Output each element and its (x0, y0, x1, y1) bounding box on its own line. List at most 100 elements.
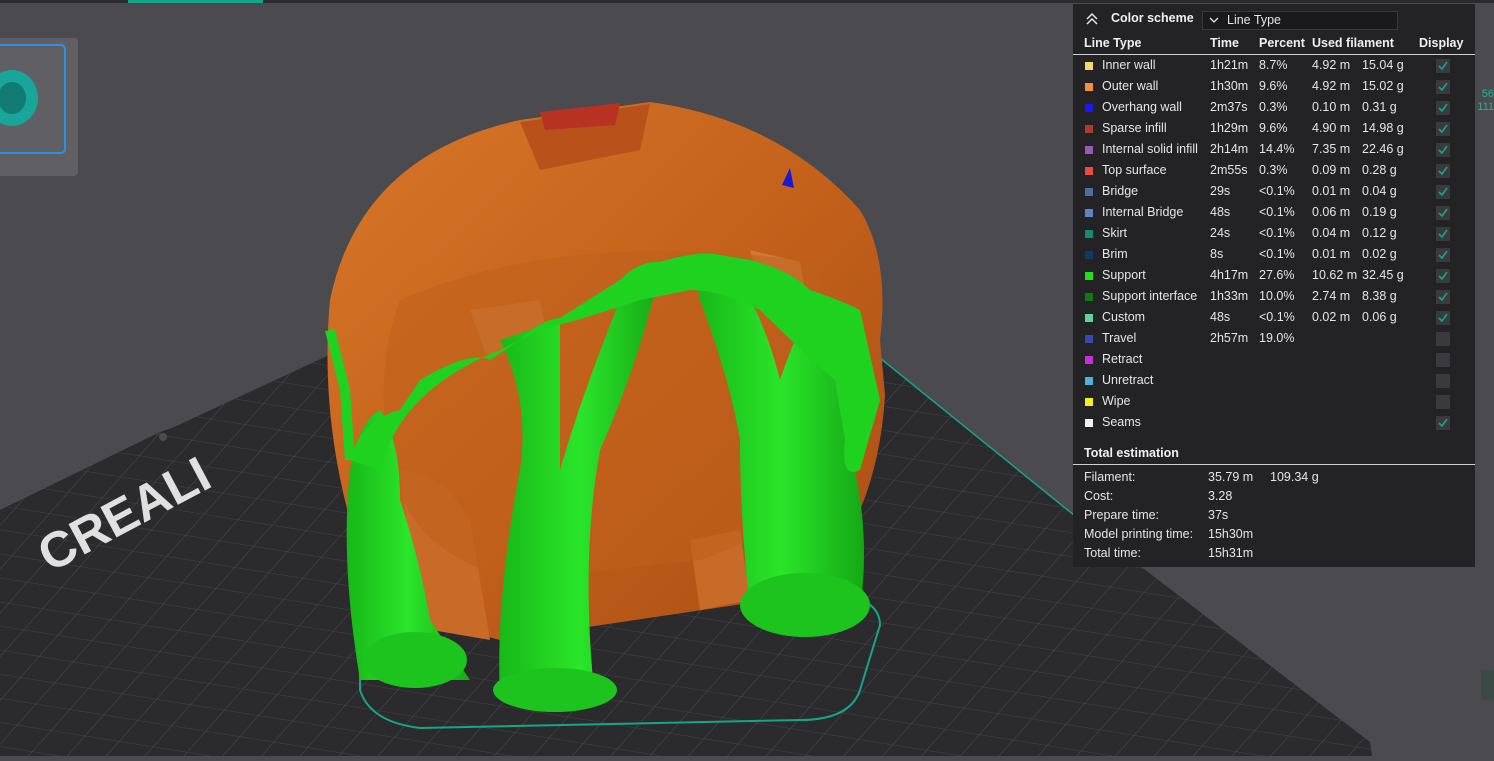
checkmark-icon (1438, 208, 1448, 218)
display-checkbox[interactable] (1436, 416, 1450, 430)
color-scheme-dropdown[interactable]: Line Type (1202, 11, 1398, 30)
line-type-weight: 8.38 g (1362, 289, 1397, 303)
line-type-row[interactable]: Overhang wall 2m37s 0.3% 0.10 m 0.31 g (1073, 98, 1475, 119)
line-type-row[interactable]: Support 4h17m 27.6% 10.62 m 32.45 g (1073, 266, 1475, 287)
header-used-filament: Used filament (1312, 36, 1394, 50)
checkmark-icon (1438, 124, 1448, 134)
display-checkbox[interactable] (1436, 248, 1450, 262)
line-type-row[interactable]: Outer wall 1h30m 9.6% 4.92 m 15.02 g (1073, 77, 1475, 98)
plate-thumbnail-icon (0, 70, 38, 126)
line-type-row[interactable]: Top surface 2m55s 0.3% 0.09 m 0.28 g (1073, 161, 1475, 182)
color-swatch (1085, 293, 1093, 301)
line-type-name: Outer wall (1102, 79, 1159, 93)
line-type-name: Wipe (1102, 394, 1131, 408)
display-checkbox[interactable] (1436, 374, 1450, 388)
display-checkbox[interactable] (1436, 80, 1450, 94)
line-type-row[interactable]: Inner wall 1h21m 8.7% 4.92 m 15.04 g (1073, 56, 1475, 77)
line-type-time: 2m37s (1210, 100, 1248, 114)
line-type-name: Inner wall (1102, 58, 1156, 72)
header-line-type: Line Type (1084, 36, 1142, 50)
display-checkbox[interactable] (1436, 290, 1450, 304)
double-chevron-up-icon[interactable] (1085, 12, 1099, 26)
display-checkbox[interactable] (1436, 59, 1450, 73)
color-swatch (1085, 146, 1093, 154)
display-checkbox[interactable] (1436, 353, 1450, 367)
line-type-row[interactable]: Sparse infill 1h29m 9.6% 4.90 m 14.98 g (1073, 119, 1475, 140)
display-checkbox[interactable] (1436, 269, 1450, 283)
line-type-percent: <0.1% (1259, 205, 1295, 219)
line-type-row[interactable]: Custom 48s <0.1% 0.02 m 0.06 g (1073, 308, 1475, 329)
total-prepare-row: Prepare time: 37s (1073, 508, 1475, 527)
line-type-percent: 10.0% (1259, 289, 1295, 303)
checkmark-icon (1438, 313, 1448, 323)
display-checkbox[interactable] (1436, 101, 1450, 115)
display-checkbox[interactable] (1436, 311, 1450, 325)
line-type-percent: 9.6% (1259, 121, 1288, 135)
display-checkbox[interactable] (1436, 185, 1450, 199)
line-type-row[interactable]: Wipe (1073, 392, 1475, 413)
line-type-time: 1h21m (1210, 58, 1249, 72)
line-type-name: Retract (1102, 352, 1143, 366)
display-checkbox[interactable] (1436, 164, 1450, 178)
line-type-row[interactable]: Unretract (1073, 371, 1475, 392)
line-type-weight: 0.19 g (1362, 205, 1397, 219)
color-swatch (1085, 314, 1093, 322)
cost-value: 3.28 (1208, 489, 1233, 503)
line-type-time: 1h29m (1210, 121, 1249, 135)
legend-header: Color scheme Line Type (1073, 4, 1475, 34)
plate-thumbnail-selected[interactable] (0, 44, 66, 154)
header-display: Display (1419, 36, 1464, 50)
active-tab-indicator (128, 0, 263, 3)
line-type-weight: 0.31 g (1362, 100, 1397, 114)
line-type-time: 2h57m (1210, 331, 1249, 345)
line-type-row[interactable]: Support interface 1h33m 10.0% 2.74 m 8.38 g (1073, 287, 1475, 308)
line-type-time: 1h33m (1210, 289, 1249, 303)
line-type-length: 0.06 m (1312, 205, 1351, 219)
checkmark-icon (1438, 82, 1448, 92)
line-type-percent: <0.1% (1259, 310, 1295, 324)
display-checkbox[interactable] (1436, 122, 1450, 136)
display-checkbox[interactable] (1436, 227, 1450, 241)
line-type-length: 4.92 m (1312, 79, 1351, 93)
chevron-down-icon (1209, 17, 1219, 23)
line-type-name: Internal Bridge (1102, 205, 1184, 219)
filament-weight: 109.34 g (1270, 470, 1319, 484)
line-type-weight: 22.46 g (1362, 142, 1404, 156)
line-type-row[interactable]: Retract (1073, 350, 1475, 371)
line-type-row[interactable]: Bridge 29s <0.1% 0.01 m 0.04 g (1073, 182, 1475, 203)
checkmark-icon (1438, 103, 1448, 113)
color-swatch (1085, 377, 1093, 385)
line-type-row[interactable]: Seams (1073, 413, 1475, 434)
plate-thumbnail-panel[interactable] (0, 38, 78, 176)
display-checkbox[interactable] (1436, 395, 1450, 409)
line-type-weight: 0.28 g (1362, 163, 1397, 177)
color-swatch (1085, 335, 1093, 343)
line-type-weight: 0.12 g (1362, 226, 1397, 240)
line-type-percent: 0.3% (1259, 100, 1288, 114)
line-type-length: 0.09 m (1312, 163, 1351, 177)
line-type-row[interactable]: Skirt 24s <0.1% 0.04 m 0.12 g (1073, 224, 1475, 245)
line-type-name: Support (1102, 268, 1146, 282)
line-type-percent: 8.7% (1259, 58, 1288, 72)
line-type-time: 48s (1210, 310, 1231, 324)
display-checkbox[interactable] (1436, 332, 1450, 346)
color-swatch (1085, 83, 1093, 91)
line-type-row[interactable]: Internal solid infill 2h14m 14.4% 7.35 m 22.… (1073, 140, 1475, 161)
line-type-time: 24s (1210, 226, 1231, 240)
total-time-label: Total time: (1084, 546, 1141, 560)
line-type-row[interactable]: Travel 2h57m 19.0% (1073, 329, 1475, 350)
layer-value-top: 56 (1481, 88, 1494, 100)
display-checkbox[interactable] (1436, 206, 1450, 220)
line-type-row[interactable]: Brim 8s <0.1% 0.01 m 0.02 g (1073, 245, 1475, 266)
line-type-length: 7.35 m (1312, 142, 1351, 156)
display-checkbox[interactable] (1436, 143, 1450, 157)
line-type-percent: 9.6% (1259, 79, 1288, 93)
layer-slider-handle[interactable] (1481, 670, 1494, 700)
prepare-time-value: 37s (1208, 508, 1229, 522)
line-type-length: 0.02 m (1312, 310, 1351, 324)
prepare-time-label: Prepare time: (1084, 508, 1160, 522)
line-type-length: 0.10 m (1312, 100, 1351, 114)
color-swatch (1085, 104, 1093, 112)
line-type-row[interactable]: Internal Bridge 48s <0.1% 0.06 m 0.19 g (1073, 203, 1475, 224)
line-type-percent: 0.3% (1259, 163, 1288, 177)
